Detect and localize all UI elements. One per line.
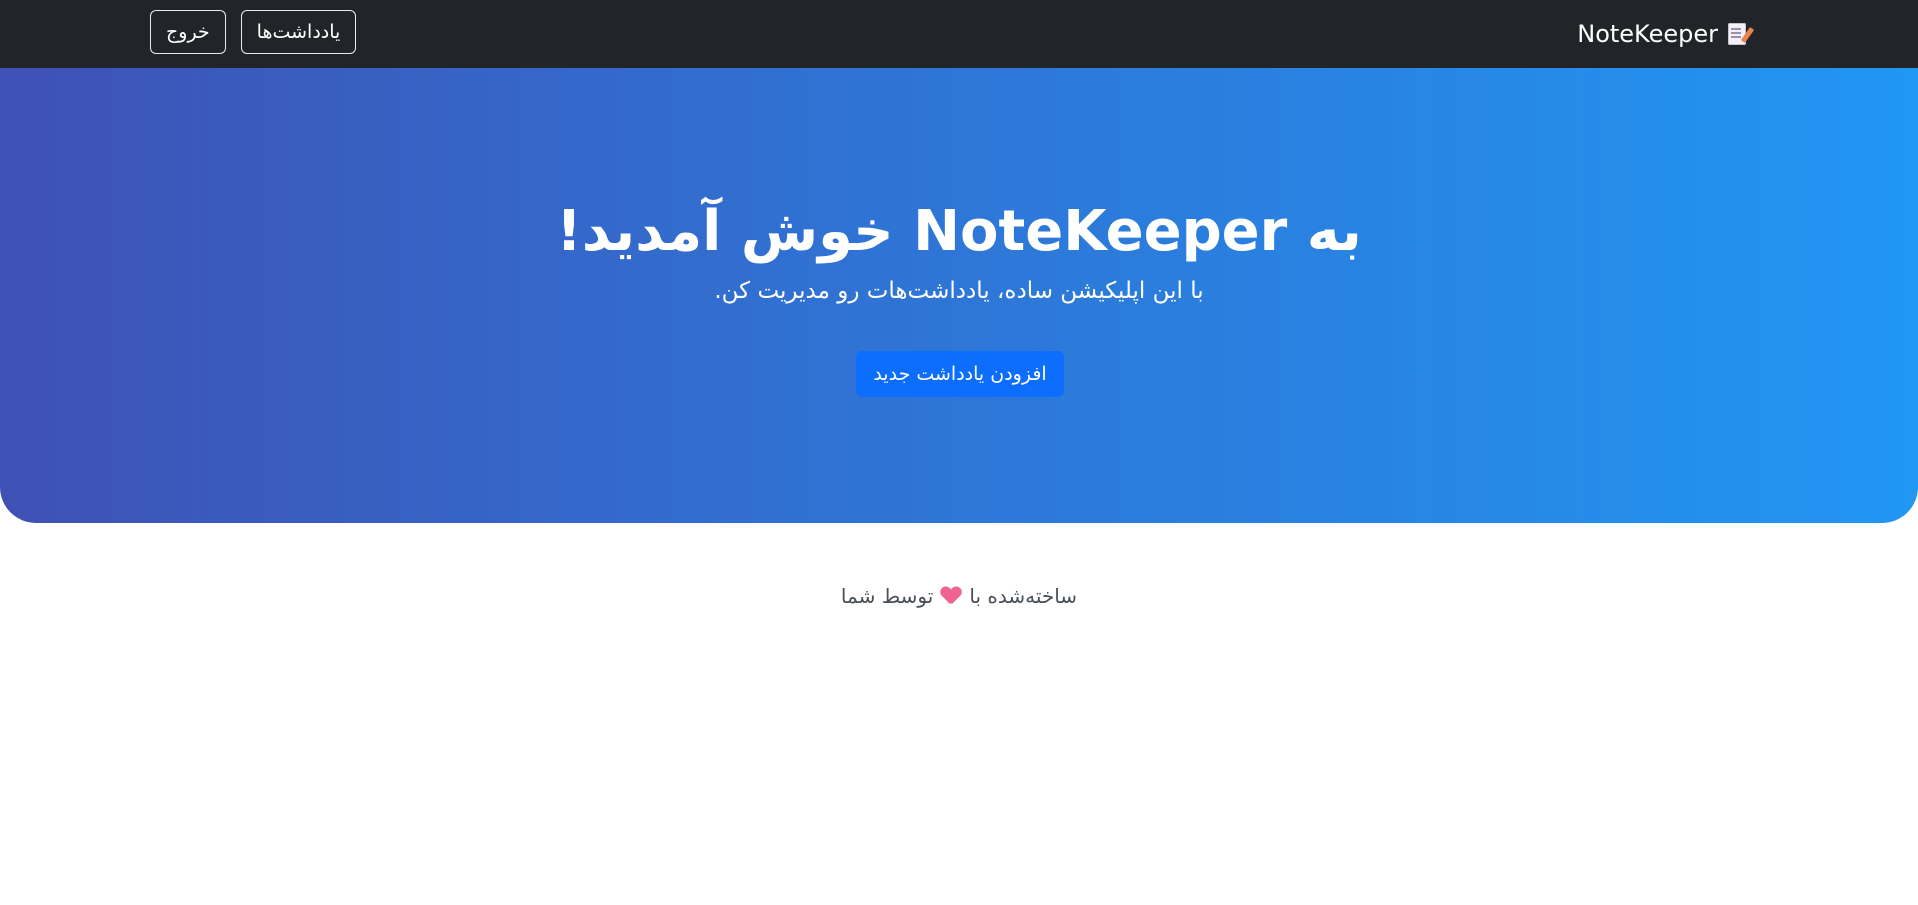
navbar: NoteKeeper خروج یادداشت‌ها xyxy=(0,0,1918,68)
nav-actions: خروج یادداشت‌ها xyxy=(150,10,357,54)
memo-icon xyxy=(1728,23,1746,45)
add-note-button[interactable]: افزودن یادداشت جدید xyxy=(856,351,1064,397)
heart-icon xyxy=(941,587,961,605)
hero-subtitle: با این اپلیکیشن ساده، یادداشت‌هات رو مدی… xyxy=(714,278,1204,304)
notes-button[interactable]: یادداشت‌ها xyxy=(240,10,357,54)
brand-link[interactable]: NoteKeeper xyxy=(1577,0,1746,68)
logout-button[interactable]: خروج xyxy=(150,10,226,54)
hero-title: به NoteKeeper خوش آمدید! xyxy=(556,199,1362,264)
brand-name: NoteKeeper xyxy=(1577,20,1718,48)
footer: ساخته‌شده با توسط شما xyxy=(0,584,1918,608)
footer-text-end: توسط شما xyxy=(840,584,934,608)
footer-text-start: ساخته‌شده با xyxy=(969,584,1078,608)
hero-section: به NoteKeeper خوش آمدید! با این اپلیکیشن… xyxy=(0,68,1918,523)
